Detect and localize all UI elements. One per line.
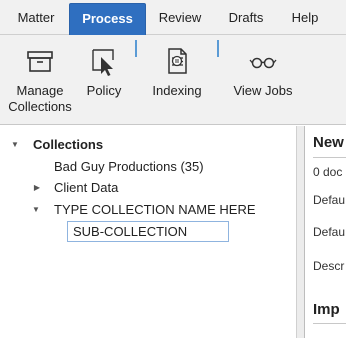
default-field-label: Defau [313, 193, 346, 207]
panel-splitter[interactable] [296, 126, 305, 338]
details-heading: New [313, 134, 344, 151]
tree-item-bad-guy-productions[interactable]: Bad Guy Productions (35) [54, 157, 204, 177]
tab-review[interactable]: Review [148, 3, 212, 35]
manage-collections-label: Manage Collections [8, 83, 72, 114]
view-jobs-button[interactable]: View Jobs [230, 35, 296, 125]
indexing-label: Indexing [152, 83, 202, 98]
policy-button[interactable]: Policy [82, 35, 126, 125]
default-field-label: Defau [313, 225, 346, 239]
ribbon-separator [135, 40, 137, 57]
archive-box-icon [25, 46, 55, 76]
manage-collections-button[interactable]: Manage Collections [3, 35, 77, 125]
tab-matter[interactable]: Matter [4, 3, 68, 35]
tree-root-collections[interactable]: Collections [33, 135, 103, 155]
main-tab-bar: Matter Process Review Drafts Help [0, 0, 346, 35]
sub-collection-name-input[interactable] [67, 221, 229, 242]
document-count: 0 doc [313, 165, 343, 179]
section-divider [313, 323, 346, 324]
policy-label: Policy [86, 83, 122, 98]
collections-tree: ▼ Collections Bad Guy Productions (35) ▶… [0, 126, 296, 338]
indexing-button[interactable]: Indexing [146, 35, 208, 125]
glasses-icon [248, 46, 278, 76]
view-jobs-label: View Jobs [233, 83, 293, 98]
process-ribbon: Manage Collections Policy Indexing View … [0, 35, 346, 125]
description-label: Descr [313, 259, 345, 273]
tree-item-client-data[interactable]: Client Data [54, 178, 118, 198]
expanded-caret-icon[interactable]: ▼ [31, 200, 41, 220]
tab-help[interactable]: Help [280, 3, 330, 35]
tab-process[interactable]: Process [69, 3, 146, 35]
collection-details-panel: New 0 doc Defau Defau Descr Imp [305, 126, 346, 338]
collapsed-caret-icon[interactable]: ▶ [32, 178, 42, 198]
document-list-icon [162, 46, 192, 76]
cursor-icon [89, 46, 119, 76]
import-section-heading: Imp [313, 301, 340, 318]
details-divider [313, 157, 346, 158]
expanded-caret-icon[interactable]: ▼ [10, 135, 20, 155]
ribbon-separator [217, 40, 219, 57]
tree-item-new-collection[interactable]: TYPE COLLECTION NAME HERE [54, 200, 256, 220]
tab-drafts[interactable]: Drafts [214, 3, 278, 35]
